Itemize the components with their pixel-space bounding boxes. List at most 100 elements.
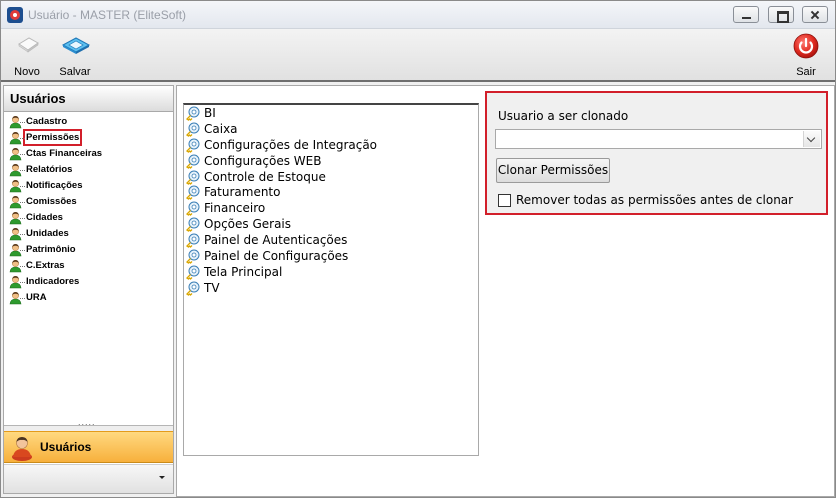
sidebar-item-label: Notificações (26, 180, 83, 191)
checkbox-box[interactable] (498, 194, 511, 207)
save-disk-icon (61, 37, 91, 54)
tree-connector (20, 170, 25, 171)
permission-item[interactable]: Financeiro (184, 200, 478, 217)
permission-item-label: Financeiro (204, 201, 266, 216)
sidebar-item[interactable]: Indicadores (7, 274, 172, 290)
sidebar-item-label: Relatórios (26, 164, 73, 175)
sidebar-item[interactable]: Ctas Financeiras (7, 146, 172, 162)
tree-connector (20, 298, 25, 299)
chevron-down-icon[interactable] (803, 131, 820, 147)
title-bar: Usuário - MASTER (EliteSoft) (1, 1, 835, 29)
sidebar-item-label: Ctas Financeiras (26, 148, 103, 159)
tree-connector (20, 122, 25, 123)
permission-item[interactable]: Faturamento (184, 184, 478, 201)
permission-item-label: BI (204, 106, 216, 120)
sidebar-item-label: Permissões (22, 129, 83, 146)
permission-item-label: Opções Gerais (204, 217, 292, 232)
sidebar-item[interactable]: URA (7, 290, 172, 306)
tree-connector (20, 186, 25, 187)
permission-item-label: Caixa (204, 121, 238, 136)
sidebar-item-label: Patrimônio (26, 244, 76, 255)
permission-item-label: Tela Principal (204, 264, 283, 279)
permission-item[interactable]: Controle de Estoque (184, 169, 478, 185)
permissions-list[interactable]: BI Caixa Configurações de Integração Config… (183, 103, 479, 456)
sidebar-item[interactable]: Cadastro (7, 114, 172, 130)
permission-item[interactable]: Painel de Autenticações (184, 232, 478, 249)
permission-key-icon (185, 138, 200, 153)
permission-key-icon (185, 233, 200, 249)
permission-key-icon (185, 185, 200, 201)
clonar-permissoes-button[interactable]: Clonar Permissões (496, 158, 610, 183)
toolbar: Novo Salvar Sair (1, 29, 835, 82)
sidebar-item[interactable]: Cidades (7, 210, 172, 226)
module-usuarios-label: Usuários (40, 440, 92, 454)
tree-connector (20, 266, 25, 267)
salvar-button[interactable]: Salvar (54, 29, 96, 81)
close-window-button[interactable] (802, 6, 828, 23)
permission-key-icon (185, 281, 200, 296)
permission-item[interactable]: TV (184, 280, 478, 296)
novo-label: Novo (14, 66, 40, 78)
permission-item-label: Configurações de Integração (204, 137, 378, 152)
sair-button[interactable]: Sair (787, 29, 825, 81)
permission-item-label: Controle de Estoque (204, 169, 326, 184)
app-window: Usuário - MASTER (EliteSoft) Novo Salvar (0, 0, 836, 498)
sidebar-item[interactable]: C.Extras (7, 258, 172, 274)
permission-key-icon (185, 154, 200, 169)
permission-item-label: TV (204, 280, 220, 295)
sidebar-item-label: C.Extras (26, 260, 65, 271)
tree-connector (20, 138, 25, 139)
permission-item-label: Painel de Autenticações (204, 233, 348, 248)
sidebar-item[interactable]: Patrimônio (7, 242, 172, 258)
tree-connector (20, 202, 25, 203)
sidebar-item[interactable]: Comissões (7, 194, 172, 210)
sidebar-item-label: Indicadores (26, 276, 80, 287)
sidebar-item[interactable]: Relatórios (7, 162, 172, 178)
chevron-down-icon[interactable] (159, 476, 165, 479)
permission-item-label: Painel de Configurações (204, 249, 349, 264)
sidebar: Usuários Cadastro Permissões Ctas Financei… (3, 85, 174, 494)
main-panel: BI Caixa Configurações de Integração Config… (176, 85, 835, 497)
sidebar-item[interactable]: Permissões (7, 129, 172, 146)
permission-key-icon (185, 106, 200, 121)
permission-item-label: Faturamento (204, 185, 281, 200)
user-module-icon (12, 437, 32, 461)
permission-item[interactable]: Caixa (184, 121, 478, 137)
permission-item[interactable]: BI (184, 105, 478, 121)
sidebar-tree: Cadastro Permissões Ctas Financeiras Relató… (7, 114, 172, 306)
permission-item[interactable]: Configurações WEB (184, 153, 478, 169)
sidebar-item-label: Unidades (26, 228, 69, 239)
permission-item[interactable]: Tela Principal (184, 264, 478, 280)
permission-key-icon (185, 265, 200, 280)
minimize-button[interactable] (733, 6, 759, 23)
sidebar-item-label: URA (26, 292, 47, 303)
clone-user-select[interactable] (495, 129, 822, 149)
sidebar-footer (4, 464, 173, 493)
permission-item-label: Configurações WEB (204, 153, 322, 168)
tree-connector (20, 234, 25, 235)
novo-button[interactable]: Novo (7, 29, 47, 81)
new-document-icon (18, 37, 39, 53)
permission-key-icon (185, 217, 200, 233)
maximize-button[interactable] (768, 6, 794, 23)
remove-permissions-label: Remover todas as permissões antes de clo… (516, 193, 794, 207)
window-title: Usuário - MASTER (EliteSoft) (28, 8, 187, 22)
permission-item[interactable]: Opções Gerais (184, 216, 478, 233)
sidebar-item-label: Cidades (26, 212, 63, 223)
tree-connector (20, 282, 25, 283)
module-usuarios-button[interactable]: Usuários (4, 431, 173, 463)
salvar-label: Salvar (59, 66, 91, 78)
sair-label: Sair (796, 66, 816, 78)
permission-key-icon (185, 201, 200, 217)
tree-connector (20, 250, 25, 251)
elitesoft-logo-icon (7, 7, 23, 23)
permission-key-icon (185, 249, 200, 264)
permission-key-icon (185, 122, 200, 137)
sidebar-item-label: Comissões (26, 196, 77, 207)
sidebar-item[interactable]: Notificações (7, 178, 172, 194)
permission-item[interactable]: Configurações de Integração (184, 137, 478, 153)
clone-user-label: Usuario a ser clonado (498, 109, 629, 123)
permission-item[interactable]: Painel de Configurações (184, 248, 478, 264)
sidebar-item[interactable]: Unidades (7, 226, 172, 242)
clone-permissions-panel: Usuario a ser clonado Clonar Permissões … (485, 91, 828, 215)
